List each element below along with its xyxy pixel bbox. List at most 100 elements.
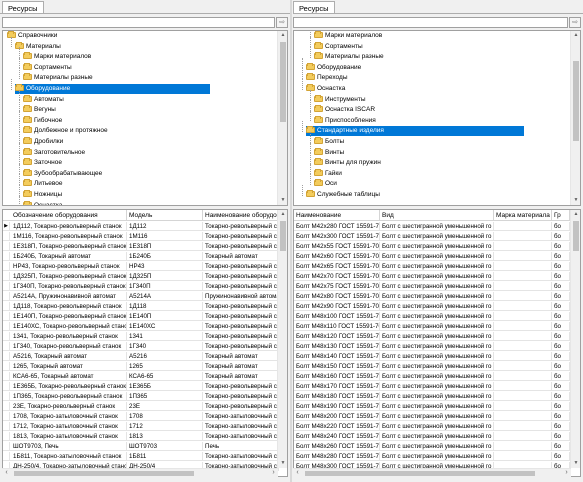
resource-tree-left[interactable]: Справочники Материалы Марки материалов Сорт… — [2, 30, 288, 206]
scroll-down-icon[interactable]: ▼ — [278, 459, 287, 468]
vertical-scrollbar[interactable]: ▲ ▼ — [277, 31, 287, 205]
table-row[interactable]: Болт М48х110 ГОСТ 15591-70 Болт с шестигр… — [294, 322, 570, 331]
table-row[interactable]: Болт М42х75 ГОСТ 15591-70 Болт с шестигра… — [294, 282, 570, 291]
table-row[interactable]: 1265, Токарный автомат 1265 Токарный автом… — [3, 362, 279, 371]
tree-node[interactable]: Оснастка ISCAR — [314, 105, 375, 115]
standard-parts-grid[interactable]: Наименование Вид Марка материала с Гр Болт М… — [293, 209, 581, 477]
table-row[interactable]: Болт М48х240 ГОСТ 15591-70 Болт с шестигр… — [294, 432, 570, 441]
table-row[interactable]: 1Д325П, Токарно-револьверный станок 1Д325… — [3, 272, 279, 281]
table-row[interactable]: 1Г340П, Токарно-револьверный станок 1Г340… — [3, 282, 279, 291]
table-row[interactable]: Болт М48х150 ГОСТ 15591-70 Болт с шестигр… — [294, 362, 570, 371]
table-row[interactable]: Болт М42х280 ГОСТ 15591-70 Болт с шестигр… — [294, 222, 570, 231]
tree-node[interactable]: Ножницы — [23, 190, 62, 200]
clear-search-icon[interactable]: ⇨ — [276, 17, 288, 28]
search-input-left[interactable] — [2, 17, 275, 28]
table-row[interactable]: Болт М48х280 ГОСТ 15591-70 Болт с шестигр… — [294, 452, 570, 461]
column-header[interactable]: Марка материала с — [494, 210, 552, 221]
tree-node[interactable]: Материалы — [15, 41, 61, 52]
column-header[interactable]: Гр — [552, 210, 570, 221]
table-row[interactable]: 1708, Токарно-затыловочный станок 1708 Ток… — [3, 412, 279, 421]
table-row[interactable]: Болт М48х120 ГОСТ 15591-70 Болт с шестигр… — [294, 332, 570, 341]
table-row[interactable]: ШОТ9703, Печь ШОТ9703 Печь — [3, 442, 279, 451]
tree-node[interactable]: Долбежное и протяжное — [23, 126, 108, 136]
tree-node[interactable]: Служебные таблицы — [306, 190, 380, 200]
tree-node[interactable]: Дробилки — [23, 137, 63, 147]
table-row[interactable]: 1Е318П, Токарно-револьверный станок 1Е318… — [3, 242, 279, 251]
table-row[interactable]: 1Б811, Токарно-затыловочный станок 1Б811 Т… — [3, 452, 279, 461]
scroll-down-icon[interactable]: ▼ — [571, 459, 580, 468]
table-row[interactable]: НР43, Токарно-револьверный станок НР43 Ток… — [3, 262, 279, 271]
resource-tree-right[interactable]: Марки материалов Сортаменты Материалы разн… — [293, 30, 581, 206]
table-row[interactable]: 1813, Токарно-затыловочный станок 1813 Ток… — [3, 432, 279, 441]
tree-node[interactable]: Переходы — [306, 73, 348, 83]
table-row[interactable]: 1Б240Б, Токарный автомат 1Б240Б Токарный а… — [3, 252, 279, 261]
table-row[interactable]: Болт М48х220 ГОСТ 15591-70 Болт с шестигр… — [294, 422, 570, 431]
table-row[interactable]: 1П365, Токарно-револьверный станок 1П365 Т… — [3, 392, 279, 401]
table-row[interactable]: 1Д118, Токарно-револьверный станок 1Д118 Т… — [3, 302, 279, 311]
table-row[interactable]: Болт М48х160 ГОСТ 15591-70 Болт с шестигр… — [294, 372, 570, 381]
tree-node[interactable]: Автоматы — [23, 94, 64, 105]
tree-node[interactable]: Болты — [314, 137, 344, 147]
tree-node[interactable]: Вегуны — [23, 105, 56, 115]
horizontal-scrollbar-right[interactable]: ‹ › — [293, 468, 571, 477]
tree-node[interactable]: Материалы разные — [314, 52, 384, 62]
tree-node[interactable]: Оборудование — [15, 84, 211, 94]
tree-node[interactable]: Оси — [314, 179, 337, 189]
scroll-right-icon[interactable]: › — [562, 469, 571, 478]
tree-node[interactable]: Зубообрабатывающее — [23, 168, 102, 179]
table-row[interactable]: 1712, Токарно-затыловочный станок 1712 Ток… — [3, 422, 279, 431]
table-row[interactable]: Болт М48х140 ГОСТ 15591-70 Болт с шестигр… — [294, 352, 570, 361]
table-row[interactable]: 1Е140ХС, Токарно-револьверный станок 1Е14… — [3, 322, 279, 331]
column-header[interactable]: Модель — [127, 210, 203, 221]
tree-node[interactable]: Марки материалов — [314, 31, 382, 41]
table-row[interactable]: Болт М42х60 ГОСТ 15591-70 Болт с шестигра… — [294, 252, 570, 261]
tree-node[interactable]: Приспособления — [314, 115, 376, 126]
tree-node[interactable]: Гайки — [314, 168, 342, 179]
table-row[interactable]: ▶ 1Д112, Токарно-револьверный станок 1Д112… — [3, 222, 279, 231]
table-row[interactable]: 1341, Токарно-револьверный станок 1341 Ток… — [3, 332, 279, 341]
table-row[interactable]: 1М116, Токарно-револьверный станок 1М116 Т… — [3, 232, 279, 241]
scroll-left-icon[interactable]: ‹ — [293, 469, 302, 478]
tree-node[interactable]: Стандартные изделия — [306, 126, 524, 137]
table-row[interactable]: Болт М48х190 ГОСТ 15591-70 Болт с шестигр… — [294, 402, 570, 411]
scroll-up-icon[interactable]: ▲ — [278, 210, 287, 219]
table-row[interactable]: Болт М42х70 ГОСТ 15591-70 Болт с шестигра… — [294, 272, 570, 281]
scroll-down-icon[interactable]: ▼ — [571, 196, 580, 205]
scroll-left-icon[interactable]: ‹ — [2, 469, 11, 478]
table-row[interactable]: 1Е365Б, Токарно-револьверный станок 1Е365… — [3, 382, 279, 391]
scroll-up-icon[interactable]: ▲ — [571, 210, 580, 219]
scroll-right-icon[interactable]: › — [269, 469, 278, 478]
tree-node[interactable]: Винты для пружин — [314, 158, 381, 168]
panel-splitter[interactable] — [290, 0, 292, 482]
tree-node[interactable]: Сортаменты — [314, 41, 363, 52]
column-header[interactable]: Наименование оборудования — [203, 210, 279, 221]
table-row[interactable]: Болт М48х130 ГОСТ 15591-70 Болт с шестигр… — [294, 342, 570, 351]
vertical-scrollbar[interactable]: ▲ ▼ — [570, 210, 580, 468]
tree-node[interactable]: Оборудование — [306, 62, 361, 73]
table-row[interactable]: Болт М48х180 ГОСТ 15591-70 Болт с шестигр… — [294, 392, 570, 401]
column-header[interactable]: Наименование — [294, 210, 380, 221]
scroll-up-icon[interactable]: ▲ — [571, 31, 580, 40]
tree-node[interactable]: Сортаменты — [23, 62, 72, 73]
table-row[interactable]: 1Е140П, Токарно-револьверный станок 1Е140… — [3, 312, 279, 321]
column-header[interactable]: Обозначение оборудования — [11, 210, 127, 221]
tree-node[interactable]: Оснастка — [23, 200, 62, 205]
table-row[interactable]: Болт М48х260 ГОСТ 15591-70 Болт с шестигр… — [294, 442, 570, 451]
tree-node[interactable]: Гибочное — [23, 115, 62, 126]
vertical-scrollbar[interactable]: ▲ ▼ — [277, 210, 287, 468]
vertical-scrollbar[interactable]: ▲ ▼ — [570, 31, 580, 205]
scroll-down-icon[interactable]: ▼ — [278, 196, 287, 205]
column-header[interactable]: Вид — [380, 210, 494, 221]
table-row[interactable]: Болт М48х170 ГОСТ 15591-70 Болт с шестигр… — [294, 382, 570, 391]
tree-node[interactable]: Заготовительное — [23, 147, 85, 158]
tree-node[interactable]: Литьевое — [23, 179, 63, 189]
tree-node[interactable]: Инструменты — [314, 94, 366, 105]
tree-node[interactable]: Заточное — [23, 158, 62, 168]
table-row[interactable]: А5214А, Пружинонавивной автомат А5214А Пру… — [3, 292, 279, 301]
table-row[interactable]: Болт М42х55 ГОСТ 15591-70 Болт с шестигра… — [294, 242, 570, 251]
tree-node[interactable]: Винты — [314, 147, 344, 158]
table-row[interactable]: Болт М48х200 ГОСТ 15591-70 Болт с шестигр… — [294, 412, 570, 421]
tree-node[interactable]: Оснастка — [306, 84, 345, 94]
table-row[interactable]: КСА6-65, Токарный автомат КСА6-65 Токарный… — [3, 372, 279, 381]
tree-node[interactable]: Справочники — [7, 31, 57, 41]
